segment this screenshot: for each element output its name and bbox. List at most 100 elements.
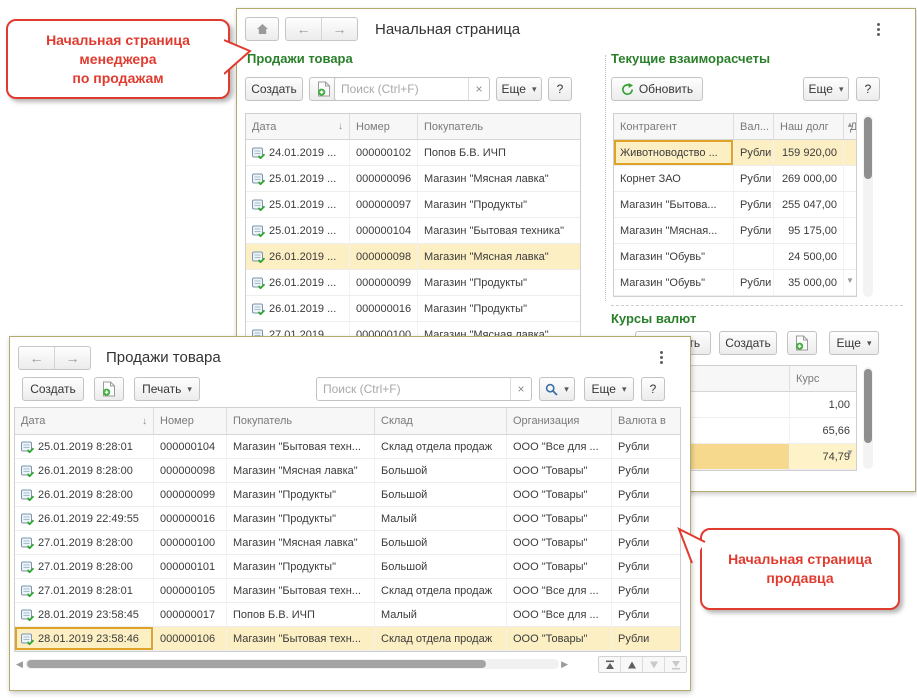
home-sales-search-input[interactable] (335, 82, 468, 96)
settlements-refresh-button[interactable]: Обновить (611, 77, 703, 101)
column-header-1[interactable]: Номер (154, 408, 227, 434)
table-row[interactable]: Корнет ЗАОРубли269 000,00 (614, 166, 856, 192)
column-header-2[interactable]: Наш долг (774, 114, 844, 139)
sort-desc-icon: ↓ (142, 416, 147, 427)
back-arrow-icon[interactable]: ← (19, 347, 54, 369)
table-row[interactable]: Магазин "Бытова...Рубли255 047,00 (614, 192, 856, 218)
sales-window: ← → Продажи товара Создать Печать▾ × ▾ Е… (9, 336, 691, 691)
scroll-right-icon[interactable]: ▶ (561, 657, 568, 671)
scroll-down-marker-icon: ▼ (846, 277, 854, 285)
document-icon (252, 303, 265, 315)
rates-scroll-thumb[interactable] (864, 369, 872, 443)
cell-buyer: Магазин "Бытовая техн... (227, 627, 375, 650)
back-arrow-icon[interactable]: ← (286, 18, 321, 40)
home-sales-create-button[interactable]: Создать (245, 77, 303, 101)
column-header-0[interactable]: Дата↓ (15, 408, 154, 434)
column-label: Организация (513, 415, 579, 427)
export-button[interactable] (94, 377, 124, 401)
find-button[interactable]: ▾ (539, 377, 575, 401)
table-row[interactable]: 27.01.2019 8:28:00000000100Магазин "Мясн… (15, 531, 680, 555)
column-header-1[interactable]: Курс (790, 366, 856, 391)
home-sales-more-button[interactable]: Еще▾ (496, 77, 542, 101)
settlements-table: КонтрагентВал...Наш долгД Животноводство… (613, 113, 857, 297)
cell-number: 000000104 (154, 435, 227, 458)
callout-manager: Начальная страницаменеджерапо продажам (6, 19, 230, 99)
table-row[interactable]: 28.01.2019 23:58:46000000106Магазин "Быт… (15, 627, 680, 651)
table-row[interactable]: 24.01.2019 ...000000102Попов Б.В. ИЧП (246, 140, 580, 166)
document-icon (21, 537, 34, 549)
go-last-button[interactable] (664, 657, 686, 672)
table-row[interactable]: 27.01.2019 8:28:01000000105Магазин "Быто… (15, 579, 680, 603)
column-header-2[interactable]: Покупатель (418, 114, 580, 139)
settlements-help-button[interactable]: ? (856, 77, 880, 101)
column-header-1[interactable]: Номер (350, 114, 418, 139)
table-row[interactable]: 25.01.2019 8:28:01000000104Магазин "Быто… (15, 435, 680, 459)
settlements-scrollbar[interactable] (863, 115, 873, 297)
forward-arrow-icon[interactable]: → (54, 347, 90, 369)
cell-date: 28.01.2019 23:58:45 (15, 603, 154, 626)
column-header-3[interactable]: Склад (375, 408, 507, 434)
cell-org: ООО "Все для ... (507, 603, 612, 626)
go-down-button[interactable] (642, 657, 664, 672)
search-box[interactable]: × (316, 377, 532, 401)
create-button[interactable]: Создать (22, 377, 84, 401)
table-row[interactable]: 25.01.2019 ...000000097Магазин "Продукты… (246, 192, 580, 218)
column-header-4[interactable]: Организация (507, 408, 612, 434)
rates-create-button[interactable]: Создать (719, 331, 777, 355)
column-header-0[interactable]: Контрагент (614, 114, 734, 139)
table-row[interactable]: Магазин "Обувь"24 500,00 (614, 244, 856, 270)
more-button[interactable]: Еще▾ (584, 377, 634, 401)
settlements-scroll-thumb[interactable] (864, 117, 872, 179)
table-row[interactable]: 27.01.2019 8:28:00000000101Магазин "Прод… (15, 555, 680, 579)
rates-more-button[interactable]: Еще▾ (829, 331, 879, 355)
scroll-left-icon[interactable]: ◀ (16, 657, 23, 671)
search-clear-icon[interactable]: × (468, 78, 489, 100)
rates-export-button[interactable] (787, 331, 817, 355)
settlements-more-button[interactable]: Еще▾ (803, 77, 849, 101)
cell-contragent: Магазин "Бытова... (614, 192, 734, 217)
table-row[interactable]: Магазин "Обувь"Рубли35 000,00 (614, 270, 856, 296)
column-label: Номер (356, 121, 390, 133)
cell-currency: Рубли (612, 435, 680, 458)
cell-currency: Рубли (612, 507, 680, 530)
column-header-1[interactable]: Вал... (734, 114, 774, 139)
table-row[interactable]: 26.01.2019 22:49:55000000016Магазин "Про… (15, 507, 680, 531)
table-row[interactable]: 26.01.2019 ...000000099Магазин "Продукты… (246, 270, 580, 296)
horizontal-scrollbar[interactable]: ◀ ▶ (16, 657, 568, 671)
cell-date: 25.01.2019 ... (246, 166, 350, 191)
column-label: Курс (796, 373, 819, 385)
table-row[interactable]: 25.01.2019 ...000000104Магазин "Бытовая … (246, 218, 580, 244)
column-header-5[interactable]: Валюта в (612, 408, 680, 434)
search-input[interactable] (317, 382, 510, 396)
home-sales-search[interactable]: × (334, 77, 490, 101)
go-first-button[interactable] (599, 657, 620, 672)
column-header-2[interactable]: Покупатель (227, 408, 375, 434)
window-menu-dots-icon[interactable] (656, 347, 667, 368)
cell-buyer: Магазин "Бытовая техн... (227, 579, 375, 602)
home-sales-help-button[interactable]: ? (548, 77, 572, 101)
home-icon (256, 23, 269, 35)
table-row[interactable]: 26.01.2019 8:28:00000000099Магазин "Прод… (15, 483, 680, 507)
rates-scrollbar[interactable] (863, 367, 873, 469)
cell-warehouse: Малый (375, 603, 507, 626)
search-clear-icon[interactable]: × (510, 378, 531, 400)
column-header-0[interactable]: Дата↓ (246, 114, 350, 139)
table-row[interactable]: 28.01.2019 23:58:45000000017Попов Б.В. И… (15, 603, 680, 627)
table-row[interactable]: Животноводство ...Рубли159 920,00 (614, 140, 856, 166)
table-row[interactable]: 25.01.2019 ...000000096Магазин "Мясная л… (246, 166, 580, 192)
callout-text-line: менеджера (79, 50, 156, 69)
table-row[interactable]: Магазин "Мясная...Рубли95 175,00 (614, 218, 856, 244)
cell-our-debt: 95 175,00 (774, 218, 844, 243)
document-icon (21, 441, 34, 453)
horizontal-scroll-thumb[interactable] (27, 660, 486, 668)
window-menu-dots-icon[interactable] (873, 19, 884, 40)
callout-text-line: Начальная страница (46, 31, 190, 50)
print-button[interactable]: Печать▾ (134, 377, 200, 401)
section-divider (605, 55, 606, 301)
help-button[interactable]: ? (641, 377, 665, 401)
table-row[interactable]: 26.01.2019 ...000000016Магазин "Продукты… (246, 296, 580, 322)
table-row[interactable]: 26.01.2019 8:28:00000000098Магазин "Мясн… (15, 459, 680, 483)
table-row[interactable]: 26.01.2019 ...000000098Магазин "Мясная л… (246, 244, 580, 270)
go-up-button[interactable] (620, 657, 642, 672)
forward-arrow-icon[interactable]: → (321, 18, 357, 40)
